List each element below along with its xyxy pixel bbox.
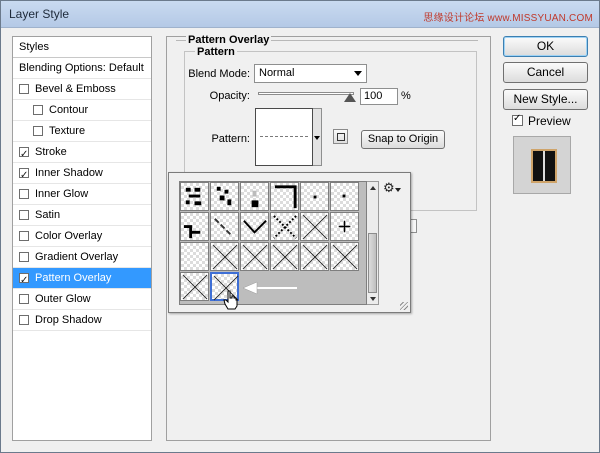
style-checkbox[interactable] bbox=[19, 231, 29, 241]
pattern-swatch-cell[interactable] bbox=[330, 242, 359, 271]
pattern-swatch-cell[interactable] bbox=[240, 182, 269, 211]
pattern-scrollbar[interactable] bbox=[367, 181, 379, 305]
style-item-label: Texture bbox=[49, 125, 86, 137]
opacity-input[interactable]: 100 bbox=[360, 88, 398, 105]
pattern-label: Pattern: bbox=[211, 133, 250, 145]
style-checkbox[interactable] bbox=[19, 145, 29, 165]
resize-grip-icon[interactable] bbox=[400, 302, 408, 310]
scroll-down-icon[interactable] bbox=[367, 293, 378, 304]
pattern-swatch-cell[interactable] bbox=[210, 182, 239, 211]
opacity-slider-thumb[interactable] bbox=[344, 93, 356, 102]
pattern-swatch-cell[interactable] bbox=[180, 272, 209, 301]
style-item-label: Bevel & Emboss bbox=[35, 83, 116, 95]
chevron-down-icon bbox=[314, 136, 320, 140]
style-checkbox[interactable] bbox=[19, 315, 29, 325]
pattern-swatch-cell[interactable] bbox=[210, 242, 239, 271]
style-item-texture[interactable]: Texture bbox=[13, 121, 151, 142]
style-item-label: Color Overlay bbox=[35, 230, 103, 242]
blending-options-item[interactable]: Blending Options: Default bbox=[13, 58, 151, 79]
ok-button[interactable]: OK bbox=[503, 36, 588, 57]
style-item-contour[interactable]: Contour bbox=[13, 100, 151, 121]
style-item-bevel-emboss[interactable]: Bevel & Emboss bbox=[13, 79, 151, 100]
blend-mode-value: Normal bbox=[259, 67, 295, 79]
pattern-swatch-cell[interactable] bbox=[300, 212, 329, 241]
opacity-slider-track[interactable] bbox=[258, 92, 354, 95]
style-item-label: Outer Glow bbox=[35, 293, 91, 305]
blend-mode-label: Blend Mode: bbox=[188, 68, 250, 80]
style-item-pattern-overlay[interactable]: Pattern Overlay bbox=[13, 268, 151, 291]
style-checkbox[interactable] bbox=[19, 210, 29, 220]
styles-header[interactable]: Styles bbox=[13, 37, 151, 58]
annotation-arrow-icon bbox=[243, 281, 297, 295]
style-item-color-overlay[interactable]: Color Overlay bbox=[13, 226, 151, 247]
pattern-swatch-cell[interactable] bbox=[330, 212, 359, 241]
chevron-down-icon bbox=[354, 71, 362, 76]
scroll-up-icon[interactable] bbox=[367, 182, 378, 193]
pattern-overlay-heading: Pattern Overlay bbox=[186, 34, 272, 46]
dialog-title: Layer Style bbox=[9, 7, 70, 21]
style-item-satin[interactable]: Satin bbox=[13, 205, 151, 226]
style-item-drop-shadow[interactable]: Drop Shadow bbox=[13, 310, 151, 331]
style-item-label: Drop Shadow bbox=[35, 314, 102, 326]
pattern-swatch-cell[interactable] bbox=[240, 212, 269, 241]
new-preset-icon[interactable] bbox=[333, 129, 348, 144]
preview-shape bbox=[531, 149, 557, 183]
pattern-swatch-cell[interactable] bbox=[180, 242, 209, 271]
hand-cursor-icon bbox=[223, 290, 238, 310]
style-checkbox[interactable] bbox=[19, 294, 29, 304]
style-item-label: Satin bbox=[35, 209, 61, 221]
opacity-unit: % bbox=[401, 90, 411, 102]
style-checkbox[interactable] bbox=[33, 105, 43, 115]
pattern-subheading: Pattern bbox=[195, 46, 237, 58]
watermark-text: 思缘设计论坛 www.MISSYUAN.COM bbox=[423, 13, 593, 24]
style-checkbox[interactable] bbox=[33, 126, 43, 136]
opacity-label: Opacity: bbox=[209, 90, 250, 102]
pattern-swatch-cell[interactable] bbox=[210, 212, 239, 241]
style-preview-thumbnail bbox=[513, 136, 571, 194]
style-checkbox[interactable] bbox=[19, 252, 29, 262]
pattern-preview-line bbox=[260, 136, 308, 137]
style-item-gradient-overlay[interactable]: Gradient Overlay bbox=[13, 247, 151, 268]
pattern-swatch-cell[interactable] bbox=[270, 242, 299, 271]
chevron-down-icon bbox=[395, 188, 401, 192]
pattern-swatch-cell[interactable] bbox=[270, 182, 299, 211]
pattern-picker-toggle[interactable] bbox=[313, 108, 322, 166]
style-item-label: Pattern Overlay bbox=[35, 272, 112, 284]
pattern-swatch-cell[interactable] bbox=[300, 242, 329, 271]
blend-mode-select[interactable]: Normal bbox=[254, 64, 367, 83]
preview-checkbox[interactable] bbox=[512, 113, 523, 126]
style-checkbox[interactable] bbox=[19, 189, 29, 199]
style-checkbox[interactable] bbox=[19, 271, 29, 291]
pattern-swatch-cell[interactable] bbox=[300, 182, 329, 211]
style-item-inner-shadow[interactable]: Inner Shadow bbox=[13, 163, 151, 186]
pattern-swatch-cell[interactable] bbox=[180, 182, 209, 211]
pattern-swatch[interactable] bbox=[255, 108, 313, 166]
style-item-label: Inner Glow bbox=[35, 188, 89, 200]
snap-to-origin-button[interactable]: Snap to Origin bbox=[361, 130, 445, 149]
style-checkbox[interactable] bbox=[19, 84, 29, 94]
style-item-label: Inner Shadow bbox=[35, 167, 103, 179]
scroll-thumb[interactable] bbox=[368, 233, 377, 293]
pattern-swatch-cell[interactable] bbox=[180, 212, 209, 241]
pattern-swatch-cell[interactable] bbox=[330, 182, 359, 211]
new-style-button[interactable]: New Style... bbox=[503, 89, 588, 110]
title-bar[interactable]: Layer Style 思缘设计论坛 www.MISSYUAN.COM bbox=[1, 1, 599, 28]
pattern-swatch-cell[interactable] bbox=[270, 212, 299, 241]
style-item-label: Gradient Overlay bbox=[35, 251, 119, 263]
style-item-stroke[interactable]: Stroke bbox=[13, 142, 151, 165]
gear-icon[interactable]: ⚙ bbox=[383, 181, 395, 196]
style-item-outer-glow[interactable]: Outer Glow bbox=[13, 289, 151, 310]
style-checkbox[interactable] bbox=[19, 166, 29, 186]
style-item-inner-glow[interactable]: Inner Glow bbox=[13, 184, 151, 205]
style-item-label: Stroke bbox=[35, 146, 67, 158]
pattern-swatch-cell[interactable] bbox=[240, 242, 269, 271]
preview-label[interactable]: Preview bbox=[528, 114, 571, 128]
style-item-label: Contour bbox=[49, 104, 89, 116]
cancel-button[interactable]: Cancel bbox=[503, 62, 588, 83]
styles-list: Styles Blending Options: Default Bevel &… bbox=[12, 36, 152, 441]
hidden-control-edge bbox=[410, 219, 417, 233]
